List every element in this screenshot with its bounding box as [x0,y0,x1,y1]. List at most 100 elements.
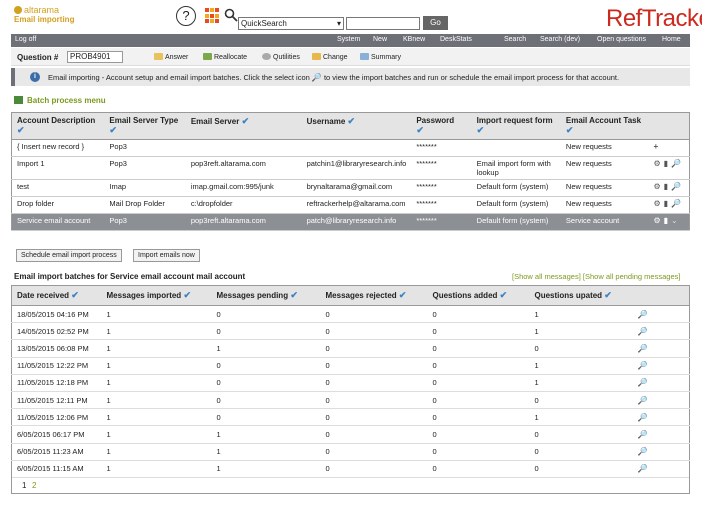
answer-action[interactable]: Answer [154,53,188,61]
page-2[interactable]: 2 [32,481,36,490]
sort-check-icon[interactable]: ✔ [416,125,424,135]
sort-check-icon[interactable]: ✔ [71,290,79,300]
table-row[interactable]: test Imap imap.gmail.com:995/junk brynal… [11,179,690,197]
col-date-received[interactable]: Date received ✔ [11,285,102,306]
table-row[interactable]: 13/05/2015 06:08 PM 1 1 0 0 0 🔎 [11,339,690,358]
col-questions-updated[interactable]: Questions upated ✔ [529,285,633,306]
view-batch-icon[interactable]: 🔎 [638,413,648,422]
table-row[interactable]: 6/05/2015 11:15 AM 1 1 0 0 0 🔎 [11,460,690,478]
col-email-server[interactable]: Email Server ✔ [185,112,302,140]
sort-check-icon[interactable]: ✔ [242,116,250,126]
nav-item-new[interactable]: New [373,36,387,43]
table-row[interactable]: 6/05/2015 06:17 PM 1 1 0 0 0 🔎 [11,425,690,444]
nav-item-kbnew[interactable]: KBnew [403,36,425,43]
col-questions-added[interactable]: Questions added ✔ [427,285,530,306]
settings-icon[interactable]: ⚙ [653,216,660,225]
col-password[interactable]: Password ✔ [411,112,472,140]
top-bar: altarama Email importing ? QuickSearch ▾… [0,0,702,34]
sort-check-icon[interactable]: ✔ [109,125,117,135]
show-pending-messages-link[interactable]: [Show all pending messages] [583,272,681,281]
nav-item-search[interactable]: Search [504,36,526,43]
nav-item-home[interactable]: Home [662,36,681,43]
reallocate-action[interactable]: Reallocate [203,53,247,61]
table-row[interactable]: 11/05/2015 12:11 PM 1 0 0 0 0 🔎 [11,391,690,410]
change-action[interactable]: Change [312,53,348,61]
view-batch-icon[interactable]: 🔎 [638,430,648,439]
col-email-server-type[interactable]: Email Server Type ✔ [104,112,186,140]
col-username[interactable]: Username ✔ [301,112,412,140]
settings-icon[interactable]: ⚙ [653,159,660,168]
chevron-down-icon[interactable]: ⌄ [671,216,678,225]
settings-icon[interactable]: ⚙ [653,182,660,191]
sort-check-icon[interactable]: ✔ [604,290,612,300]
nav-item-system[interactable]: System [337,36,360,43]
view-batch-icon[interactable]: 🔎 [638,327,648,336]
question-number-input[interactable]: PROB4901 [67,51,123,63]
table-row[interactable]: 18/05/2015 04:16 PM 1 0 0 0 1 🔎 [11,305,690,324]
col-messages-pending[interactable]: Messages pending ✔ [211,285,321,306]
delete-icon[interactable]: ▮ [664,216,668,225]
show-all-messages-link[interactable]: [Show all messages] [512,272,581,281]
nav-item-open-questions[interactable]: Open questions [597,36,646,43]
view-batch-icon[interactable]: 🔎 [638,378,648,387]
batch-process-menu[interactable]: Batch process menu [14,96,106,105]
table-cell: 0 [320,460,428,478]
col-import-request-form[interactable]: Import request form ✔ [471,112,561,140]
page-1[interactable]: 1 [22,481,26,490]
info-icon: i [30,72,40,82]
schedule-import-button[interactable]: Schedule email import process [16,249,122,262]
select-icon[interactable]: 🔎 [671,182,681,191]
col-messages-rejected[interactable]: Messages rejected ✔ [320,285,428,306]
sort-check-icon[interactable]: ✔ [399,290,407,300]
view-batch-icon[interactable]: 🔎 [638,464,648,473]
search-input[interactable] [346,17,420,30]
table-row[interactable]: 6/05/2015 11:23 AM 1 1 0 0 0 🔎 [11,443,690,461]
help-button[interactable]: ? [176,6,196,26]
apps-grid-icon[interactable] [205,8,221,24]
view-batch-icon[interactable]: 🔎 [638,310,648,319]
table-cell: 0 [529,391,633,410]
table-cell: 0 [211,391,321,410]
sort-check-icon[interactable]: ✔ [348,116,356,126]
sort-check-icon[interactable]: ✔ [500,290,508,300]
view-batch-icon[interactable]: 🔎 [638,396,648,405]
summary-action[interactable]: Summary [360,53,401,61]
sort-check-icon[interactable]: ✔ [290,290,298,300]
col-messages-imported[interactable]: Messages imported ✔ [101,285,212,306]
table-row[interactable]: 11/05/2015 12:18 PM 1 0 0 0 1 🔎 [11,374,690,392]
sort-check-icon[interactable]: ✔ [566,125,574,135]
select-icon[interactable]: 🔎 [671,159,681,168]
nav-item-deskstats[interactable]: DeskStats [440,36,472,43]
table-row[interactable]: Import 1 Pop3 pop3reft.altarama.com patc… [11,156,690,180]
table-row[interactable]: Drop folder Mail Drop Folder c:\dropfold… [11,196,690,214]
import-batches-table: Date received ✔ Messages imported ✔ Mess… [11,285,690,478]
col-actions [632,285,690,306]
col-account-description[interactable]: Account Description ✔ [11,112,105,140]
sort-check-icon[interactable]: ✔ [477,125,485,135]
table-row-selected[interactable]: Service email account Pop3 pop3reft.alta… [11,213,690,231]
table-row[interactable]: { Insert new record } Pop3 ******* New r… [11,139,690,157]
delete-icon[interactable]: ▮ [664,199,668,208]
table-row[interactable]: 11/05/2015 12:06 PM 1 0 0 0 1 🔎 [11,408,690,427]
table-row[interactable]: 14/05/2015 02:52 PM 1 0 0 0 1 🔎 [11,322,690,341]
view-batch-icon[interactable]: 🔎 [638,361,648,370]
qutilities-action[interactable]: Qutilities [262,53,300,61]
select-icon[interactable]: 🔎 [671,199,681,208]
search-type-select[interactable]: QuickSearch ▾ [238,17,344,30]
go-button[interactable]: Go [423,16,448,30]
add-icon[interactable]: + [653,142,658,151]
sort-check-icon[interactable]: ✔ [17,125,25,135]
sort-check-icon[interactable]: ✔ [183,290,191,300]
logoff-link[interactable]: Log off [15,36,36,43]
table-row[interactable]: 11/05/2015 12:22 PM 1 0 0 0 1 🔎 [11,357,690,375]
delete-icon[interactable]: ▮ [664,182,668,191]
view-batch-icon[interactable]: 🔎 [638,344,648,353]
search-icon[interactable] [224,8,238,22]
settings-icon[interactable]: ⚙ [653,199,660,208]
nav-item-search-dev[interactable]: Search (dev) [540,36,580,43]
col-email-account-task[interactable]: Email Account Task ✔ [560,112,649,140]
view-batch-icon[interactable]: 🔎 [638,447,648,456]
table-cell: 0 [427,460,530,478]
import-now-button[interactable]: Import emails now [133,249,200,262]
delete-icon[interactable]: ▮ [664,159,668,168]
